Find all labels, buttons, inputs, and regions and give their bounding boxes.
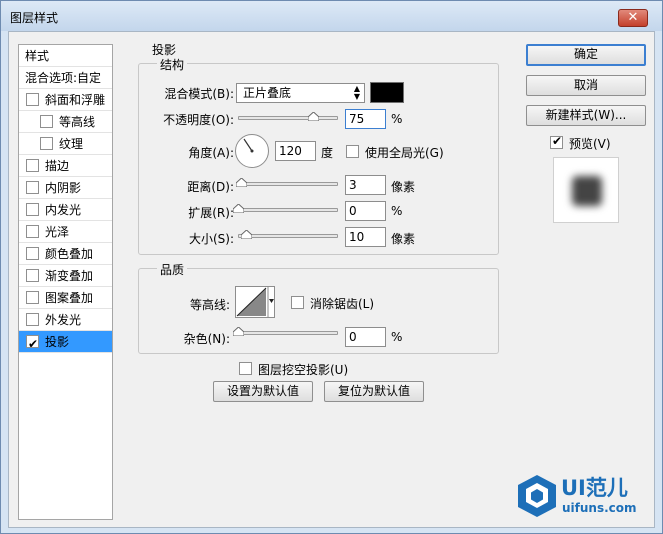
opacity-slider-thumb[interactable] [307,112,319,121]
angle-unit: 度 [321,146,334,160]
chevron-updown-icon: ▲ ▼ [353,84,360,101]
use-global-light-checkbox[interactable] [346,145,359,158]
checkbox[interactable] [26,291,39,304]
use-global-light-label: 使用全局光(G) [365,146,444,160]
style-item-texture[interactable]: 纹理 [19,133,112,155]
checkbox[interactable] [26,247,39,260]
noise-slider-track[interactable] [238,331,338,335]
style-item-contour[interactable]: 等高线 [19,111,112,133]
checkbox[interactable] [26,159,39,172]
knockout-checkbox[interactable] [239,362,252,375]
noise-unit: % [391,330,403,344]
angle-label: 角度(A): [188,146,234,160]
shadow-color-swatch[interactable] [370,82,404,103]
style-item-inner-shadow[interactable]: 内阴影 [19,177,112,199]
style-item-gradient-overlay[interactable]: 渐变叠加 [19,265,112,287]
anti-alias-label: 消除锯齿(L) [310,297,375,311]
noise-input[interactable]: 0 [345,327,386,347]
spread-input[interactable]: 0 [345,201,386,221]
style-item-stroke[interactable]: 描边 [19,155,112,177]
structure-title: 结构 [157,56,188,73]
size-label: 大小(S): [188,232,234,246]
style-item-bevel-emboss[interactable]: 斜面和浮雕 [19,89,112,111]
checkbox[interactable] [40,137,53,150]
style-item-drop-shadow[interactable]: ✔ 投影 [19,331,112,353]
style-item-pattern-overlay[interactable]: 图案叠加 [19,287,112,309]
checkbox[interactable] [26,93,39,106]
opacity-unit: % [391,112,403,126]
style-item-satin[interactable]: 光泽 [19,221,112,243]
cancel-button[interactable]: 取消 [526,75,646,96]
checkbox[interactable] [40,115,53,128]
spread-slider-thumb[interactable] [233,204,244,213]
knockout-label: 图层挖空投影(U) [258,363,349,377]
style-list-header[interactable]: 样式 [19,45,112,67]
distance-input[interactable]: 3 [345,175,386,195]
preview-label: 预览(V) [569,137,611,151]
checkbox[interactable] [26,313,39,326]
angle-dial-needle [243,138,254,153]
opacity-label: 不透明度(O): [163,113,234,127]
angle-input[interactable]: 120 [275,141,316,161]
distance-slider-track[interactable] [238,182,338,186]
make-default-button[interactable]: 设置为默认值 [213,381,313,402]
checkbox[interactable] [26,203,39,216]
contour-label: 等高线: [189,298,230,312]
watermark-url: uifuns.com [562,501,637,515]
layer-style-dialog: 图层样式 ✕ 样式 混合选项:自定 斜面和浮雕 等高线 纹理 描边 内阴影 内发… [0,0,663,534]
checkbox[interactable] [26,269,39,282]
contour-curve-icon [236,286,274,318]
preview-shadow-swatch [572,176,602,206]
ok-button[interactable]: 确定 [526,44,646,66]
window-title: 图层样式 [10,11,59,25]
size-unit: 像素 [391,232,416,246]
style-preview [553,157,619,223]
close-button[interactable]: ✕ [618,9,648,27]
blend-mode-value: 正片叠底 [243,86,292,100]
style-item-inner-glow[interactable]: 内发光 [19,199,112,221]
check-icon: ✔ [28,337,39,351]
new-style-button[interactable]: 新建样式(W)... [526,105,646,126]
distance-unit: 像素 [391,180,416,194]
checkbox[interactable]: ✔ [26,335,39,351]
uifuns-watermark: UI范儿 uifuns.com [516,473,656,521]
angle-dial-icon[interactable] [235,134,269,168]
spread-unit: % [391,204,403,218]
style-list: 样式 混合选项:自定 斜面和浮雕 等高线 纹理 描边 内阴影 内发光 光泽 颜色… [18,44,113,520]
anti-alias-checkbox[interactable] [291,296,304,309]
checkbox[interactable] [26,181,39,194]
blending-options-item[interactable]: 混合选项:自定 [19,67,112,89]
watermark-brand: UI范儿 [561,476,628,500]
title-bar[interactable]: 图层样式 ✕ [1,1,662,31]
noise-slider-thumb[interactable] [233,327,244,336]
noise-label: 杂色(N): [183,332,230,346]
style-item-outer-glow[interactable]: 外发光 [19,309,112,331]
uifuns-cube-logo [518,475,556,517]
distance-label: 距离(D): [187,180,234,194]
spread-slider-track[interactable] [238,208,338,212]
checkbox[interactable] [26,225,39,238]
size-slider-track[interactable] [238,234,338,238]
opacity-input[interactable]: 75 [345,109,386,129]
quality-title: 品质 [157,261,188,278]
contour-picker[interactable] [235,286,275,318]
close-icon: ✕ [627,10,639,25]
check-icon: ✔ [552,134,563,148]
preview-checkbox[interactable]: ✔ [550,134,563,149]
distance-slider-thumb[interactable] [236,178,247,187]
blend-mode-select[interactable]: 正片叠底 ▲ ▼ [236,83,365,103]
reset-default-button[interactable]: 复位为默认值 [324,381,424,402]
size-slider-thumb[interactable] [241,230,252,239]
size-input[interactable]: 10 [345,227,386,247]
dialog-body: 样式 混合选项:自定 斜面和浮雕 等高线 纹理 描边 内阴影 内发光 光泽 颜色… [8,31,655,528]
opacity-slider-track[interactable] [238,116,338,120]
spread-label: 扩展(R): [188,206,234,220]
blend-mode-label: 混合模式(B): [164,87,234,101]
style-item-color-overlay[interactable]: 颜色叠加 [19,243,112,265]
